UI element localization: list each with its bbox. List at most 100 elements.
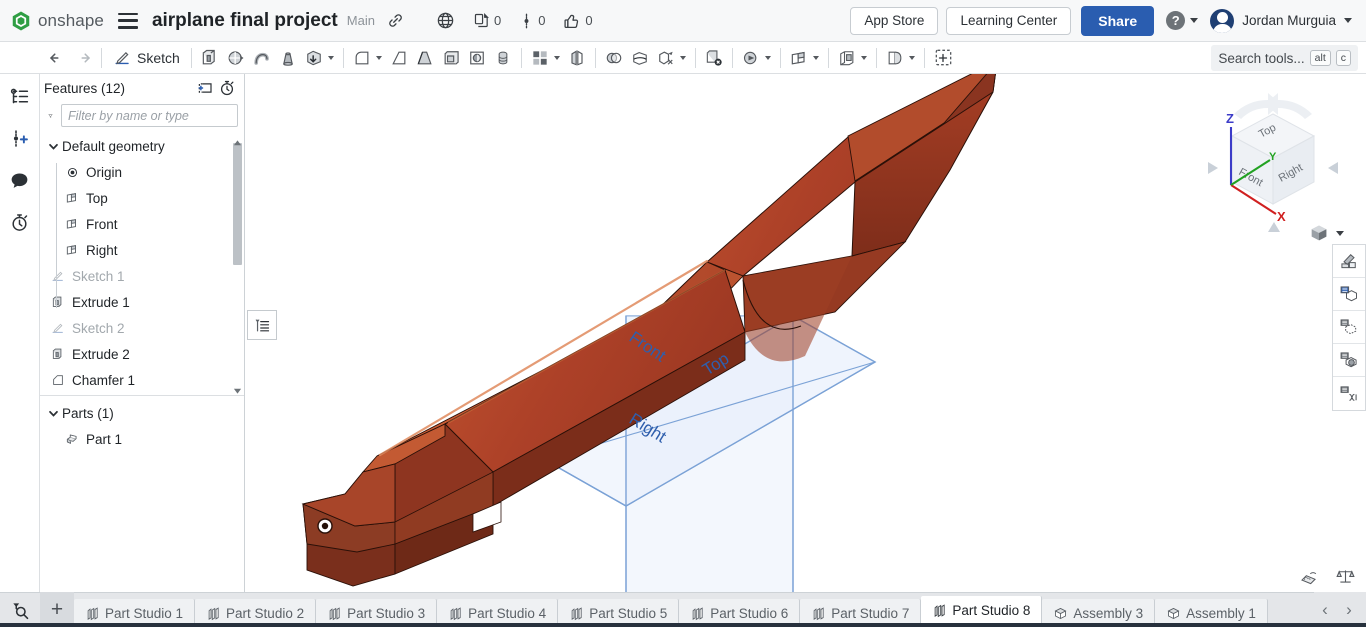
feature-tree-scrollbar[interactable] <box>233 137 242 379</box>
tree-item-sketch-2[interactable]: Sketch 2 <box>40 315 244 341</box>
revolve-icon[interactable] <box>223 43 249 73</box>
user-chevron-down-icon[interactable] <box>1344 18 1352 23</box>
avatar[interactable] <box>1210 8 1235 33</box>
versions-stat[interactable]: 0 <box>519 12 545 30</box>
sketch-label: Sketch <box>137 49 180 66</box>
part-studio-icon <box>329 606 340 620</box>
features-header: Features (12) <box>40 74 244 102</box>
loft-icon[interactable] <box>275 43 301 73</box>
scroll-down-arrow-icon[interactable] <box>233 382 242 394</box>
derive-chevron-down-icon[interactable] <box>860 55 867 60</box>
help-chevron-down-icon[interactable] <box>1190 18 1199 23</box>
share-button[interactable]: Share <box>1081 5 1155 36</box>
version-graph-icon[interactable] <box>6 82 34 110</box>
add-tab-button[interactable]: + <box>40 592 74 627</box>
delete-face-icon[interactable] <box>701 43 727 73</box>
add-version-icon[interactable] <box>6 124 34 152</box>
fillet-icon[interactable] <box>349 43 375 73</box>
history-icon[interactable] <box>6 208 34 236</box>
graphics-canvas[interactable]: Front Top Right Top Front Right Z X Y <box>245 74 1366 592</box>
parts-group-header[interactable]: Parts (1) <box>40 400 244 426</box>
feature-tree[interactable]: Default geometry Origin Top Front Right … <box>40 133 244 395</box>
tab-label: Assembly 3 <box>1073 605 1144 621</box>
sheetmetal-chevron-down-icon[interactable] <box>908 55 915 60</box>
comments-icon[interactable] <box>6 166 34 194</box>
tree-item-extrude-2[interactable]: Extrude 2 <box>40 341 244 367</box>
search-tools-button[interactable]: Search tools... alt c <box>1211 45 1358 71</box>
rollback-icon[interactable] <box>194 77 216 99</box>
timer-icon[interactable] <box>216 77 238 99</box>
tree-item-top-plane[interactable]: Top <box>40 185 244 211</box>
learning-center-button[interactable]: Learning Center <box>946 6 1072 35</box>
insert-icon[interactable] <box>930 43 957 73</box>
view-cube[interactable]: Top Front Right Z X Y <box>1198 92 1348 242</box>
draft-icon[interactable] <box>412 43 438 73</box>
part-item-part-1[interactable]: Part 1 <box>40 426 244 452</box>
move-face-chevron-down-icon[interactable] <box>764 55 771 60</box>
plane-chevron-down-icon[interactable] <box>812 55 819 60</box>
hamburger-icon[interactable] <box>117 12 138 29</box>
scroll-up-arrow-icon[interactable] <box>233 135 242 146</box>
sheetmetal-icon[interactable] <box>882 43 908 73</box>
app-store-button[interactable]: App Store <box>850 6 939 35</box>
fillet-chevron-down-icon[interactable] <box>375 55 382 60</box>
sketch-button[interactable]: Sketch <box>107 43 186 73</box>
render-wireframe-icon[interactable] <box>1333 311 1365 344</box>
transform-chevron-down-icon[interactable] <box>679 55 686 60</box>
tree-item-chamfer-1[interactable]: Chamfer 1 <box>40 367 244 393</box>
view-mode-dropdown[interactable] <box>1308 222 1344 244</box>
tab-search-icon[interactable] <box>0 592 40 627</box>
shell-icon[interactable] <box>438 43 464 73</box>
render-realistic-icon[interactable] <box>1333 344 1365 377</box>
globe-icon[interactable] <box>433 8 459 34</box>
shortcut-alt-key: alt <box>1309 49 1331 67</box>
onshape-logo-icon[interactable] <box>10 10 32 32</box>
mirror-icon[interactable] <box>564 43 590 73</box>
derive-icon[interactable] <box>834 43 860 73</box>
default-geometry-label: Default geometry <box>62 138 165 154</box>
likes-stat[interactable]: 0 <box>563 12 593 30</box>
view-mode-chevron-down-icon[interactable] <box>1336 230 1344 236</box>
render-xray-icon[interactable] <box>1333 377 1365 410</box>
undo-icon[interactable] <box>44 43 70 73</box>
thicken-icon[interactable] <box>301 43 327 73</box>
plane-icon[interactable] <box>786 43 812 73</box>
help-icon[interactable]: ? <box>1166 11 1186 30</box>
filter-icon[interactable] <box>48 108 53 124</box>
link-icon[interactable] <box>383 8 409 34</box>
mass-properties-icon[interactable] <box>1334 566 1356 586</box>
chamfer-icon[interactable] <box>386 43 412 73</box>
feature-list-toggle-icon[interactable] <box>247 310 277 340</box>
chevron-down-icon <box>49 143 58 150</box>
filter-input[interactable] <box>61 104 238 127</box>
copies-stat[interactable]: 0 <box>473 12 501 29</box>
tree-group-default-geometry[interactable]: Default geometry <box>40 133 244 159</box>
transform-icon[interactable] <box>653 43 679 73</box>
pattern-chevron-down-icon[interactable] <box>553 55 560 60</box>
tree-item-sketch-1[interactable]: Sketch 1 <box>40 263 244 289</box>
scrollbar-thumb[interactable] <box>233 143 242 265</box>
extrude-icon[interactable] <box>197 43 223 73</box>
hole-icon[interactable] <box>464 43 490 73</box>
tree-item-extrude-1[interactable]: Extrude 1 <box>40 289 244 315</box>
render-shaded-icon[interactable] <box>1333 278 1365 311</box>
sweep-icon[interactable] <box>249 43 275 73</box>
tree-item-label: Origin <box>86 164 123 180</box>
section-view-icon[interactable] <box>1333 245 1365 278</box>
tab-prev-arrow-icon[interactable]: ‹ <box>1314 596 1336 624</box>
measure-icon[interactable] <box>1298 566 1320 586</box>
tree-item-right-plane[interactable]: Right <box>40 237 244 263</box>
tree-item-origin[interactable]: Origin <box>40 159 244 185</box>
redo-icon[interactable] <box>70 43 96 73</box>
tab-next-arrow-icon[interactable]: › <box>1338 596 1360 624</box>
thread-icon[interactable] <box>490 43 516 73</box>
pattern-icon[interactable] <box>527 43 553 73</box>
tree-item-sketch-3[interactable]: Sketch 3 <box>40 393 244 395</box>
axis-label-z: Z <box>1226 111 1234 126</box>
boolean-icon[interactable] <box>601 43 627 73</box>
move-face-icon[interactable] <box>738 43 764 73</box>
thicken-chevron-down-icon[interactable] <box>327 55 334 60</box>
tree-item-front-plane[interactable]: Front <box>40 211 244 237</box>
split-icon[interactable] <box>627 43 653 73</box>
tree-item-label: Extrude 2 <box>72 346 130 362</box>
